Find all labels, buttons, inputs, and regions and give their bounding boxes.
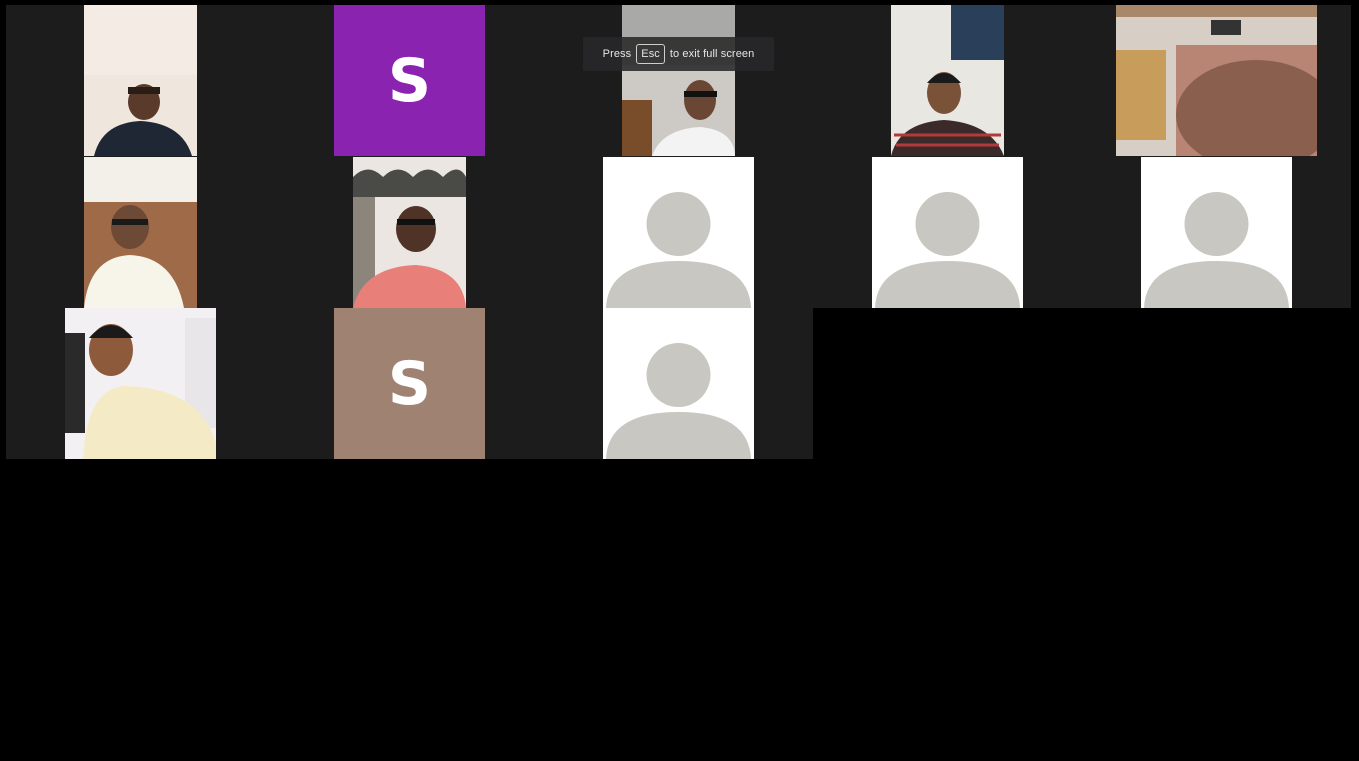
participant-placeholder-tile[interactable] (872, 157, 1023, 308)
participant-video-tile[interactable] (891, 5, 1004, 156)
participant-placeholder-tile[interactable] (603, 157, 754, 308)
participant-video-tile[interactable] (65, 308, 216, 459)
participant-initial: S (387, 45, 432, 116)
participant-video-feed (84, 157, 197, 308)
participant-placeholder-tile[interactable] (603, 308, 754, 459)
participant-video-feed (84, 5, 197, 156)
default-user-icon (606, 343, 751, 459)
participant-video-tile[interactable] (84, 157, 197, 308)
default-user-icon (1144, 192, 1289, 308)
esc-key-badge: Esc (636, 44, 665, 64)
participant-video-feed (65, 308, 216, 459)
default-user-icon (606, 192, 751, 308)
video-grid: S S (6, 5, 1351, 759)
default-user-icon (875, 192, 1020, 308)
participant-initial: S (387, 348, 432, 419)
participant-video-feed (1116, 5, 1317, 156)
participant-placeholder-tile[interactable] (1141, 157, 1292, 308)
participant-video-tile[interactable] (353, 157, 466, 308)
participant-initial-tile[interactable]: S (334, 308, 485, 459)
participant-video-feed (353, 157, 466, 308)
participant-video-tile[interactable] (622, 5, 735, 156)
participant-initial-tile[interactable]: S (334, 5, 485, 156)
exit-fullscreen-hint: Press Esc to exit full screen (583, 37, 774, 71)
participant-video-feed (891, 5, 1004, 156)
participant-video-tile[interactable] (1116, 5, 1317, 156)
hint-prefix: Press (602, 48, 632, 60)
participant-video-tile[interactable] (84, 5, 197, 156)
hint-suffix: to exit full screen (669, 48, 755, 60)
participant-video-feed (622, 5, 735, 156)
